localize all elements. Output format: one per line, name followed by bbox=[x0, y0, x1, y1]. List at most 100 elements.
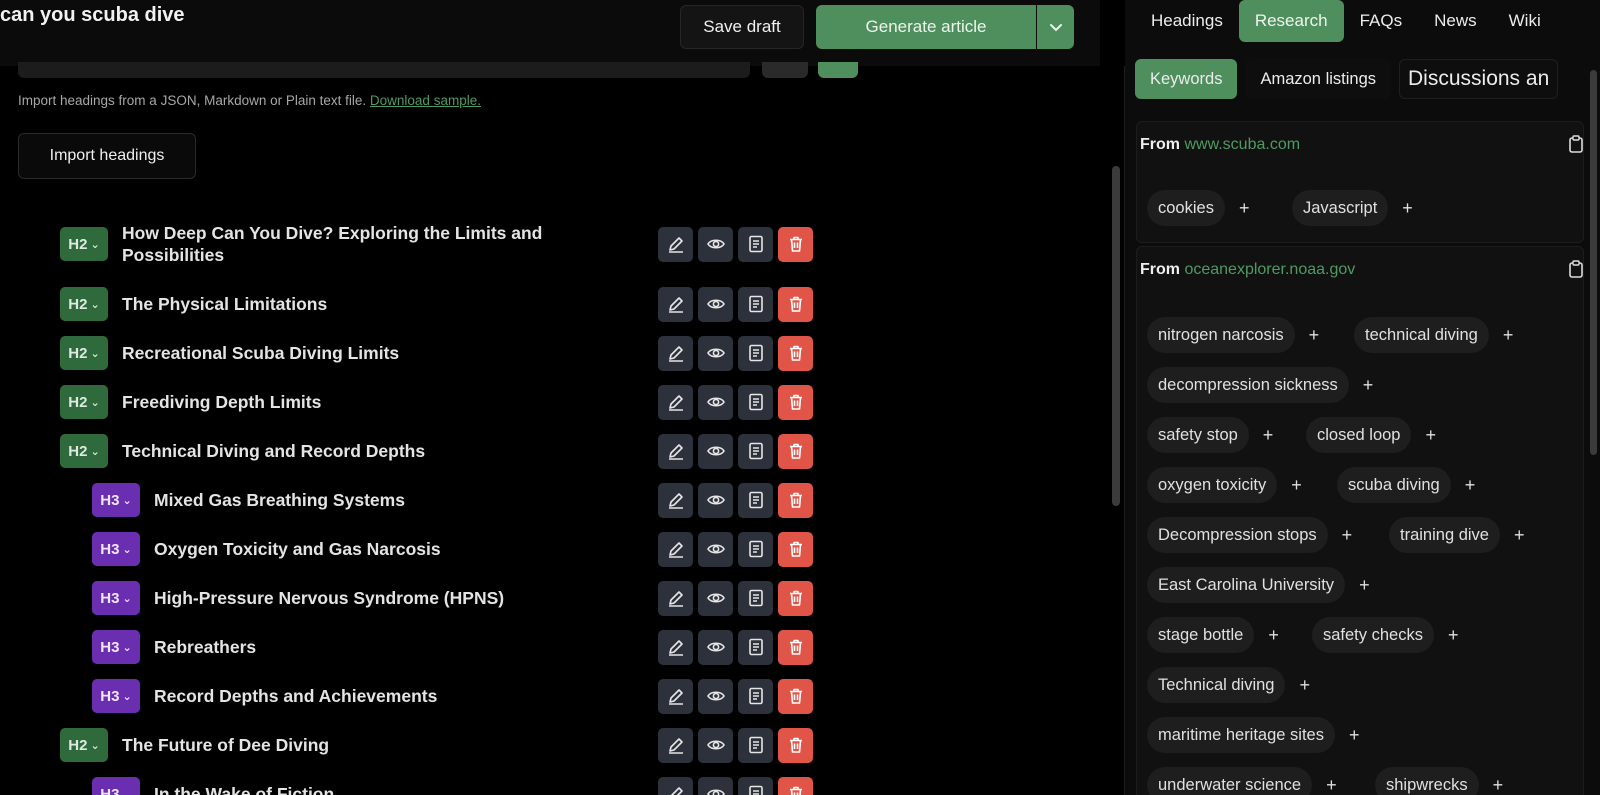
add-keyword-icon[interactable]: + bbox=[1465, 475, 1476, 496]
heading-content-button[interactable] bbox=[738, 384, 773, 420]
tab-wiki[interactable]: Wiki bbox=[1493, 0, 1557, 42]
add-keyword-icon[interactable]: + bbox=[1448, 625, 1459, 646]
heading-level-select[interactable]: H3 ⌄ bbox=[92, 483, 140, 517]
edit-heading-button[interactable] bbox=[658, 384, 693, 420]
delete-heading-button[interactable] bbox=[778, 335, 813, 371]
add-keyword-icon[interactable]: + bbox=[1514, 525, 1525, 546]
import-input[interactable] bbox=[18, 62, 750, 78]
keyword-chip[interactable]: safety stop + bbox=[1147, 417, 1273, 453]
subtab-discussions[interactable]: Discussions an bbox=[1399, 59, 1559, 99]
tab-headings[interactable]: Headings bbox=[1135, 0, 1239, 42]
import-secondary-button[interactable] bbox=[762, 62, 808, 78]
edit-heading-button[interactable] bbox=[658, 482, 693, 518]
heading-level-select[interactable]: H3 ⌄ bbox=[92, 581, 140, 615]
add-keyword-icon[interactable]: + bbox=[1299, 675, 1310, 696]
delete-heading-button[interactable] bbox=[778, 629, 813, 665]
edit-heading-button[interactable] bbox=[658, 678, 693, 714]
delete-heading-button[interactable] bbox=[778, 482, 813, 518]
heading-content-button[interactable] bbox=[738, 629, 773, 665]
add-keyword-icon[interactable]: + bbox=[1359, 575, 1370, 596]
add-keyword-icon[interactable]: + bbox=[1309, 325, 1320, 346]
clipboard-icon[interactable] bbox=[1568, 135, 1584, 153]
add-keyword-icon[interactable]: + bbox=[1425, 425, 1436, 446]
heading-level-select[interactable]: H3 ⌄ bbox=[92, 630, 140, 664]
keyword-chip[interactable]: technical diving + bbox=[1354, 317, 1513, 353]
heading-level-select[interactable]: H3 ⌄ bbox=[92, 532, 140, 566]
heading-content-button[interactable] bbox=[738, 226, 773, 262]
heading-content-button[interactable] bbox=[738, 678, 773, 714]
delete-heading-button[interactable] bbox=[778, 286, 813, 322]
generate-options-button[interactable] bbox=[1037, 5, 1074, 49]
tab-news[interactable]: News bbox=[1418, 0, 1493, 42]
clipboard-icon[interactable] bbox=[1568, 260, 1584, 278]
heading-content-button[interactable] bbox=[738, 531, 773, 567]
import-submit-button[interactable] bbox=[818, 62, 858, 78]
heading-level-select[interactable]: H3 ⌄ bbox=[92, 679, 140, 713]
tab-faqs[interactable]: FAQs bbox=[1344, 0, 1419, 42]
add-keyword-icon[interactable]: + bbox=[1402, 198, 1413, 219]
add-keyword-icon[interactable]: + bbox=[1363, 375, 1374, 396]
heading-content-button[interactable] bbox=[738, 433, 773, 469]
generate-article-button[interactable]: Generate article bbox=[816, 5, 1036, 49]
heading-content-button[interactable] bbox=[738, 286, 773, 322]
add-keyword-icon[interactable]: + bbox=[1291, 475, 1302, 496]
view-heading-button[interactable] bbox=[698, 433, 733, 469]
view-heading-button[interactable] bbox=[698, 286, 733, 322]
keyword-chip[interactable]: Javascript + bbox=[1292, 190, 1413, 226]
heading-content-button[interactable] bbox=[738, 580, 773, 616]
keyword-chip[interactable]: maritime heritage sites + bbox=[1147, 717, 1360, 753]
heading-content-button[interactable] bbox=[738, 776, 773, 795]
save-draft-button[interactable]: Save draft bbox=[680, 5, 804, 49]
add-keyword-icon[interactable]: + bbox=[1326, 775, 1337, 795]
edit-heading-button[interactable] bbox=[658, 531, 693, 567]
download-sample-link[interactable]: Download sample. bbox=[370, 93, 481, 108]
edit-heading-button[interactable] bbox=[658, 226, 693, 262]
keyword-chip[interactable]: scuba diving + bbox=[1337, 467, 1475, 503]
add-keyword-icon[interactable]: + bbox=[1503, 325, 1514, 346]
edit-heading-button[interactable] bbox=[658, 433, 693, 469]
edit-heading-button[interactable] bbox=[658, 629, 693, 665]
view-heading-button[interactable] bbox=[698, 384, 733, 420]
heading-level-select[interactable]: H2 ⌄ bbox=[60, 336, 108, 370]
heading-level-select[interactable]: H2 ⌄ bbox=[60, 287, 108, 321]
heading-level-select[interactable]: H2 ⌄ bbox=[60, 728, 108, 762]
subtab-keywords[interactable]: Keywords bbox=[1135, 59, 1238, 99]
edit-heading-button[interactable] bbox=[658, 580, 693, 616]
edit-heading-button[interactable] bbox=[658, 727, 693, 763]
subtab-amazon-listings[interactable]: Amazon listings bbox=[1245, 59, 1392, 99]
delete-heading-button[interactable] bbox=[778, 226, 813, 262]
keyword-chip[interactable]: nitrogen narcosis + bbox=[1147, 317, 1319, 353]
keyword-chip[interactable]: decompression sickness + bbox=[1147, 367, 1373, 403]
keyword-chip[interactable]: underwater science + bbox=[1147, 767, 1337, 795]
keyword-chip[interactable]: oxygen toxicity + bbox=[1147, 467, 1302, 503]
edit-heading-button[interactable] bbox=[658, 776, 693, 795]
add-keyword-icon[interactable]: + bbox=[1239, 198, 1250, 219]
heading-content-button[interactable] bbox=[738, 727, 773, 763]
view-heading-button[interactable] bbox=[698, 727, 733, 763]
delete-heading-button[interactable] bbox=[778, 727, 813, 763]
keyword-chip[interactable]: Decompression stops + bbox=[1147, 517, 1352, 553]
keyword-chip[interactable]: shipwrecks + bbox=[1375, 767, 1503, 795]
import-headings-button[interactable]: Import headings bbox=[18, 133, 196, 179]
view-heading-button[interactable] bbox=[698, 678, 733, 714]
keyword-chip[interactable]: East Carolina University + bbox=[1147, 567, 1370, 603]
delete-heading-button[interactable] bbox=[778, 433, 813, 469]
add-keyword-icon[interactable]: + bbox=[1493, 775, 1504, 795]
heading-content-button[interactable] bbox=[738, 482, 773, 518]
view-heading-button[interactable] bbox=[698, 226, 733, 262]
view-heading-button[interactable] bbox=[698, 531, 733, 567]
delete-heading-button[interactable] bbox=[778, 678, 813, 714]
view-heading-button[interactable] bbox=[698, 580, 733, 616]
keyword-chip[interactable]: training dive + bbox=[1389, 517, 1525, 553]
edit-heading-button[interactable] bbox=[658, 335, 693, 371]
add-keyword-icon[interactable]: + bbox=[1342, 525, 1353, 546]
delete-heading-button[interactable] bbox=[778, 531, 813, 567]
heading-content-button[interactable] bbox=[738, 335, 773, 371]
view-heading-button[interactable] bbox=[698, 776, 733, 795]
tab-research[interactable]: Research bbox=[1238, 0, 1344, 42]
heading-level-select[interactable]: H3 ⌄ bbox=[92, 777, 140, 795]
heading-level-select[interactable]: H2 ⌄ bbox=[60, 385, 108, 419]
add-keyword-icon[interactable]: + bbox=[1268, 625, 1279, 646]
delete-heading-button[interactable] bbox=[778, 384, 813, 420]
heading-level-select[interactable]: H2 ⌄ bbox=[60, 227, 108, 261]
